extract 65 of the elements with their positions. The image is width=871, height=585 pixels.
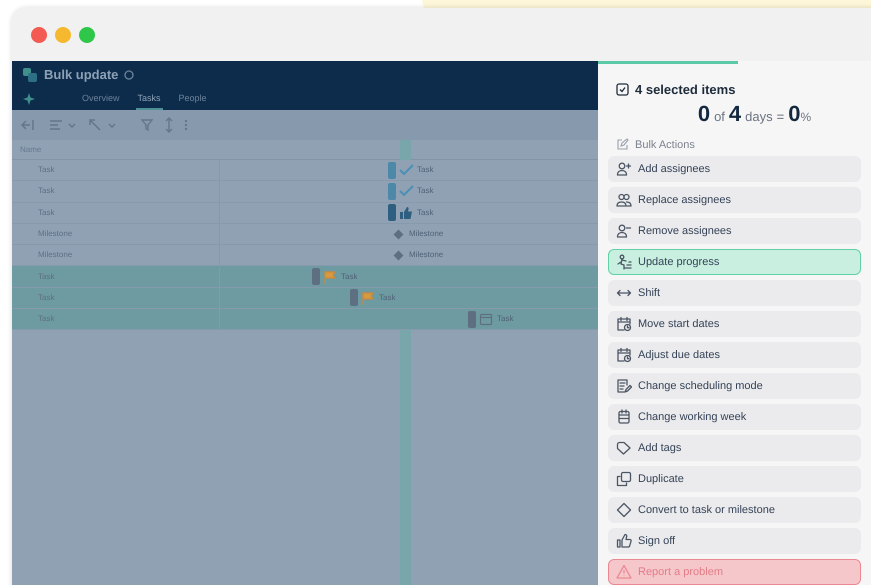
flag-icon xyxy=(361,290,376,305)
action-button[interactable]: Change working week xyxy=(608,404,861,430)
action-button[interactable]: Sign off xyxy=(608,528,861,554)
calendar-icon xyxy=(479,312,494,326)
bar-label: Task xyxy=(417,185,434,198)
checkmark-icon xyxy=(399,163,414,178)
maximize-button[interactable] xyxy=(79,26,95,42)
bar-label: Task xyxy=(497,313,514,326)
tag-icon xyxy=(616,440,632,456)
edit-icon xyxy=(616,138,629,152)
climbing-person-icon xyxy=(616,254,632,270)
calendar-icon xyxy=(616,409,632,425)
task-bar xyxy=(388,182,396,200)
action-button[interactable]: Replace assignees xyxy=(608,187,861,213)
sort-icon[interactable] xyxy=(164,117,174,133)
task-bar xyxy=(468,310,476,328)
milestone-marker xyxy=(394,250,404,260)
people-icon xyxy=(616,192,632,208)
warning-icon xyxy=(616,564,632,580)
section-label: Bulk Actions xyxy=(635,138,695,152)
action-button[interactable]: Add assignees xyxy=(608,156,861,182)
task-bar xyxy=(388,204,396,222)
person-minus-icon xyxy=(616,223,632,239)
bar-label: Task xyxy=(417,206,434,219)
bar-label: Milestone xyxy=(409,228,444,240)
task-bar xyxy=(312,268,320,286)
minimize-button[interactable] xyxy=(55,26,71,42)
star-icon xyxy=(22,92,36,106)
checkbox-icon xyxy=(616,83,629,96)
action-button[interactable]: Adjust due dates xyxy=(608,342,861,368)
close-button[interactable] xyxy=(31,26,47,42)
project-title: Bulk update xyxy=(44,66,118,84)
action-button[interactable]: Change scheduling mode xyxy=(608,373,861,399)
progress-summary: 0 of 4 days = 0% xyxy=(698,102,812,124)
calendar-clock-icon xyxy=(616,347,632,363)
action-button[interactable]: Convert to task or milestone xyxy=(608,497,861,523)
action-button[interactable]: Add tags xyxy=(608,435,861,461)
task-bar xyxy=(350,289,358,306)
tab[interactable]: People xyxy=(176,89,209,110)
logo-icon xyxy=(22,67,38,83)
tab[interactable]: Overview xyxy=(80,89,122,110)
action-button[interactable]: Move start dates xyxy=(608,311,861,337)
bar-label: Task xyxy=(341,270,358,283)
action-button[interactable]: Duplicate xyxy=(608,466,861,492)
action-button[interactable]: Update progress xyxy=(608,249,861,275)
bar-label: Task xyxy=(379,292,396,304)
person-plus-icon xyxy=(616,161,632,177)
document-pen-icon xyxy=(616,378,632,394)
filter-icon[interactable] xyxy=(140,118,154,132)
duplicate-icon xyxy=(616,471,632,487)
flag-icon xyxy=(323,270,338,284)
action-button[interactable]: Remove assignees xyxy=(608,218,861,244)
panel-title: 4 selected items xyxy=(635,81,736,99)
action-button[interactable]: Shift xyxy=(608,280,861,306)
task-bar xyxy=(388,162,396,179)
thumbs-up-icon xyxy=(399,206,414,220)
milestone-marker xyxy=(394,229,404,239)
more-icon[interactable] xyxy=(184,119,188,131)
checkmark-icon xyxy=(399,184,414,198)
thumbs-up-icon xyxy=(616,533,632,549)
info-icon xyxy=(124,70,134,80)
diamond-icon xyxy=(616,502,632,518)
bar-label: Milestone xyxy=(409,249,444,262)
calendar-clock-icon xyxy=(616,316,632,332)
bar-label: Task xyxy=(417,164,434,176)
